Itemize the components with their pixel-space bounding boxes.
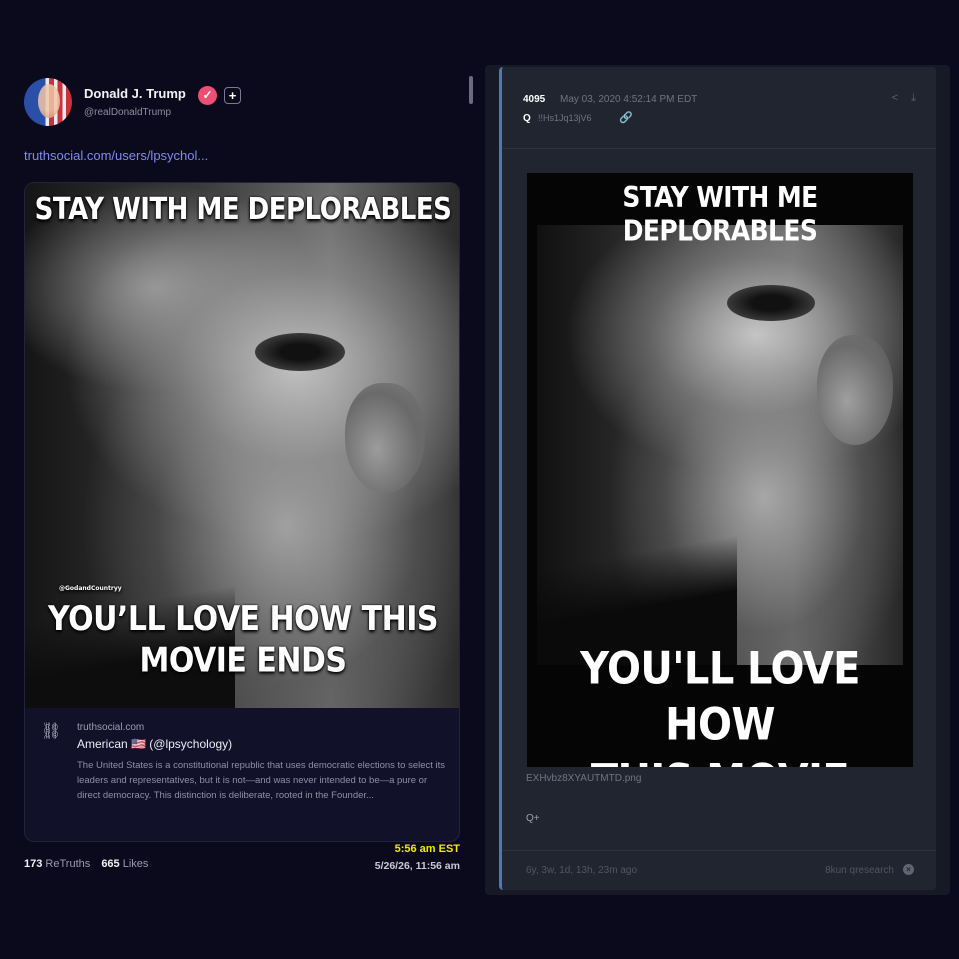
photo-eye-shadow <box>727 285 815 321</box>
chain-link-icon[interactable]: 🔗 <box>619 111 633 124</box>
time-badge: 5:56 am EST <box>394 843 460 855</box>
image-filename[interactable]: EXHvbz8XYAUTMTD.png <box>526 773 641 784</box>
avatar[interactable] <box>24 78 72 126</box>
truth-social-post: Donald J. Trump ✓ + @realDonaldTrump tru… <box>24 72 460 882</box>
link-card[interactable]: STAY WITH ME DEPLORABLES @GodandCountryy… <box>24 182 460 842</box>
qdrop-header: 4095 May 03, 2020 4:52:14 PM EDT Q !!Hs1… <box>502 67 936 149</box>
qdrop-meme-image[interactable]: STAY WITH ME DEPLORABLES YOU'LL LOVE HOW… <box>527 173 913 767</box>
meme-top-text: STAY WITH ME DEPLORABLES <box>34 192 452 228</box>
link-preview-title: American 🇺🇸 (@lpsychology) <box>77 737 233 751</box>
author-name[interactable]: Donald J. Trump <box>84 86 186 101</box>
qdrop-meme-bottom-line2: THIS MOVIE ENDS <box>527 753 913 767</box>
poster-name: Q <box>523 113 531 124</box>
meme-bottom-line2: MOVIE ENDS <box>139 641 347 681</box>
qdrop-meme-top-text: STAY WITH ME DEPLORABLES <box>622 180 818 248</box>
share-icon[interactable]: < <box>892 92 898 104</box>
photo-eye-shadow <box>255 333 345 371</box>
close-circle-icon[interactable]: × <box>903 864 914 875</box>
meme-bottom-text: YOU’LL LOVE HOW THIS MOVIE ENDS <box>25 599 459 682</box>
photo-nose-highlight <box>345 383 425 493</box>
meme-bottom-line1: YOU’LL LOVE HOW THIS <box>48 599 438 639</box>
post-age: 6y, 3w, 1d, 13h, 23m ago <box>526 865 638 876</box>
scrollbar[interactable] <box>469 76 473 104</box>
author-handle[interactable]: @realDonaldTrump <box>84 107 171 118</box>
q-signature: Q+ <box>526 813 540 824</box>
download-icon[interactable]: ⤓ <box>911 92 916 105</box>
post-date[interactable]: 5/26/26, 11:56 am <box>375 860 460 872</box>
link-preview-domain: truthsocial.com <box>77 722 145 733</box>
portrait-photo <box>537 225 903 665</box>
retruths-label[interactable]: ReTruths <box>45 858 90 870</box>
link-icon: ⛓ <box>41 723 62 740</box>
photo-nose-highlight <box>817 335 893 445</box>
post-header: Donald J. Trump ✓ + @realDonaldTrump <box>24 78 460 130</box>
likes-label[interactable]: Likes <box>123 858 149 870</box>
qdrop-footer: 6y, 3w, 1d, 13h, 23m ago 8kun qresearch … <box>502 850 936 890</box>
follow-plus-icon[interactable]: + <box>224 87 241 104</box>
qdrop-panel: 4095 May 03, 2020 4:52:14 PM EDT Q !!Hs1… <box>485 65 950 895</box>
post-url-link[interactable]: truthsocial.com/users/lpsychol... <box>24 148 208 163</box>
post-timestamp: May 03, 2020 4:52:14 PM EDT <box>560 94 698 105</box>
board-name[interactable]: 8kun qresearch <box>825 865 894 876</box>
qdrop-meme-bottom-text: YOU'LL LOVE HOW THIS MOVIE ENDS <box>527 641 913 767</box>
avatar-face <box>38 84 60 118</box>
meme-watermark: @GodandCountryy <box>59 585 122 592</box>
qdrop-post: 4095 May 03, 2020 4:52:14 PM EDT Q !!Hs1… <box>499 67 936 890</box>
qdrop-meme-bottom-line1: YOU'LL LOVE HOW <box>580 643 860 751</box>
likes-count[interactable]: 665 <box>101 858 119 870</box>
meme-image[interactable]: STAY WITH ME DEPLORABLES @GodandCountryy… <box>25 183 459 708</box>
link-preview-description: The United States is a constitutional re… <box>77 760 446 801</box>
post-number[interactable]: 4095 <box>523 94 545 105</box>
post-stats: 173 ReTruths 665 Likes <box>24 858 148 870</box>
retruths-count[interactable]: 173 <box>24 858 42 870</box>
tripcode: !!Hs1Jq13jV6 <box>538 113 592 123</box>
link-preview[interactable]: ⛓ truthsocial.com American 🇺🇸 (@lpsychol… <box>25 708 459 841</box>
verified-badge-icon: ✓ <box>198 86 217 105</box>
